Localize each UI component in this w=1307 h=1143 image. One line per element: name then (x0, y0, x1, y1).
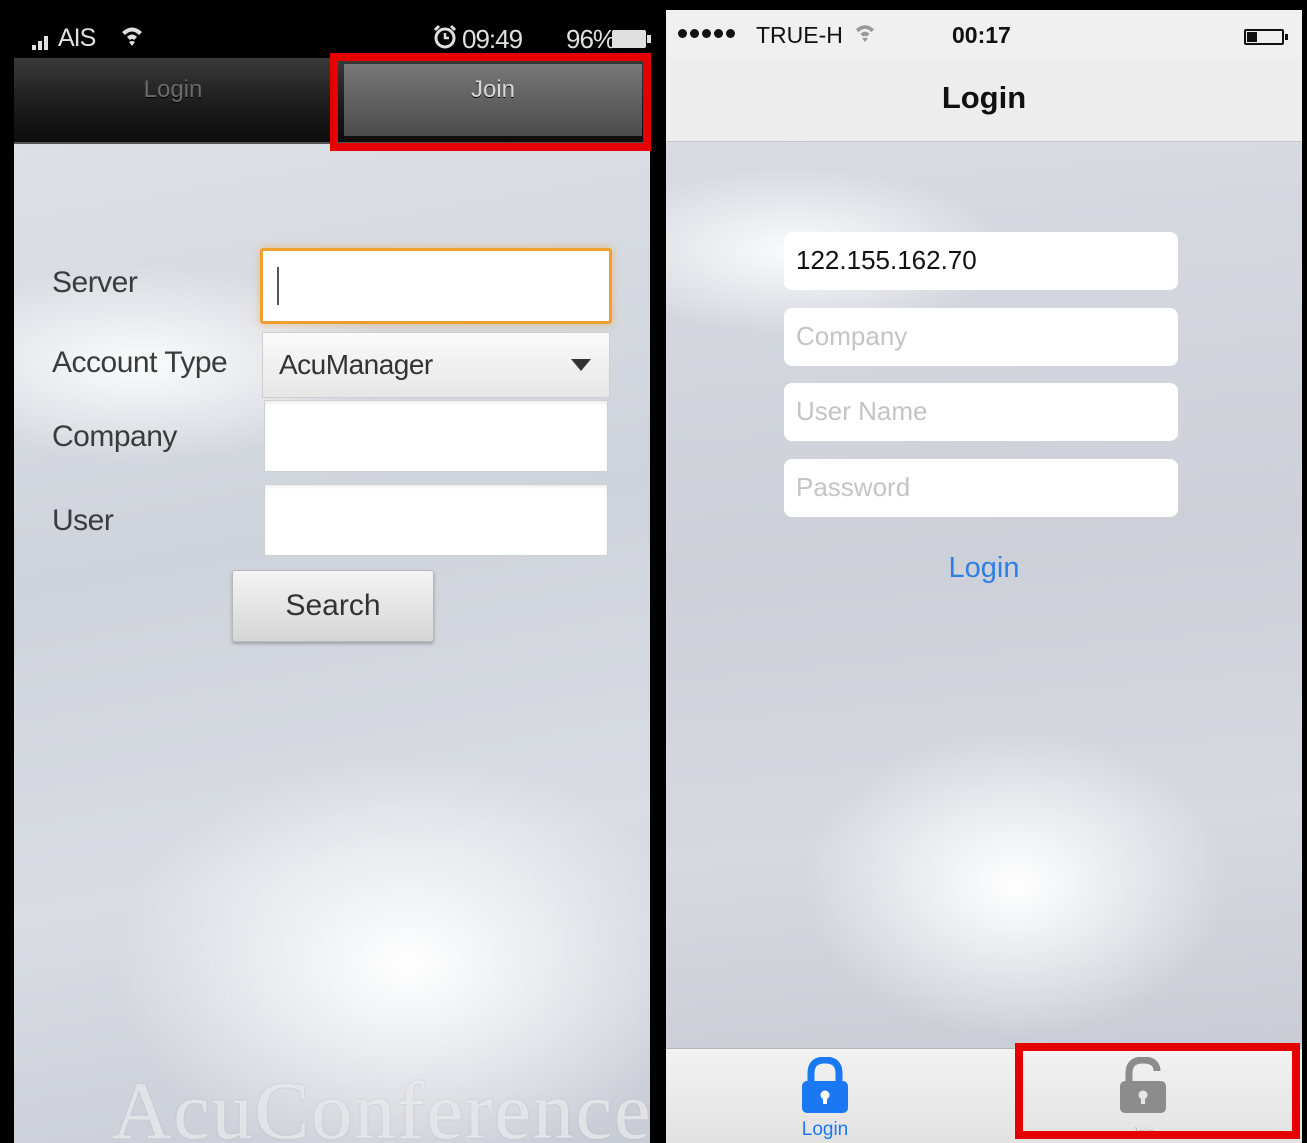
password-field[interactable]: Password (784, 459, 1178, 517)
server-field[interactable]: 122.155.162.70 (784, 232, 1178, 290)
wifi-icon (122, 27, 142, 46)
tab-login[interactable]: Login (666, 1049, 984, 1143)
text-caret (277, 267, 279, 305)
company-label: Company (52, 420, 177, 453)
user-label: User (52, 504, 114, 537)
login-button[interactable]: Login (666, 552, 1302, 585)
server-label: Server (52, 266, 138, 299)
battery-percent: 96% (566, 24, 616, 54)
account-type-label: Account Type (52, 346, 228, 379)
company-field[interactable]: Company (784, 308, 1178, 366)
battery-icon (1244, 29, 1288, 45)
carrier-name: AIS (58, 24, 96, 52)
search-button[interactable]: Search (232, 570, 434, 642)
account-type-value: AcuManager (279, 349, 433, 380)
page-title: Login (666, 58, 1302, 142)
clock: 00:17 (952, 22, 1011, 48)
wifi-icon (855, 25, 875, 43)
clock: 09:49 (462, 24, 523, 54)
status-bar: TRUE-H 00:17 (666, 10, 1302, 58)
ios-screen: TRUE-H 00:17 Login 122.155.162.70 Compan… (662, 0, 1307, 1143)
android-screen: AIS 09:49 96% Login Join Server Account … (0, 0, 652, 1143)
server-input[interactable] (260, 248, 612, 324)
signal-icon (32, 36, 48, 50)
username-field[interactable]: User Name (784, 383, 1178, 441)
signal-dots-icon (678, 29, 735, 38)
lock-closed-icon (802, 1057, 848, 1113)
brand-watermark: AcuConference (112, 1065, 652, 1143)
dropdown-arrow-icon (571, 359, 591, 371)
status-bar: AIS 09:49 96% (14, 10, 651, 58)
alarm-icon (433, 24, 457, 49)
join-form: Server Account Type AcuManager Company U… (14, 144, 652, 1143)
login-form: 122.155.162.70 Company User Name Passwor… (666, 142, 1302, 1048)
carrier-name: TRUE-H (756, 22, 843, 48)
tab-login[interactable]: Login (14, 58, 332, 144)
join-tab-highlight (330, 53, 651, 151)
account-type-select[interactable]: AcuManager (262, 332, 610, 398)
battery-icon (612, 30, 651, 48)
tab-login-label: Login (801, 1119, 849, 1140)
user-input[interactable] (264, 484, 608, 556)
company-input[interactable] (264, 400, 608, 472)
join-tab-highlight (1015, 1043, 1300, 1139)
